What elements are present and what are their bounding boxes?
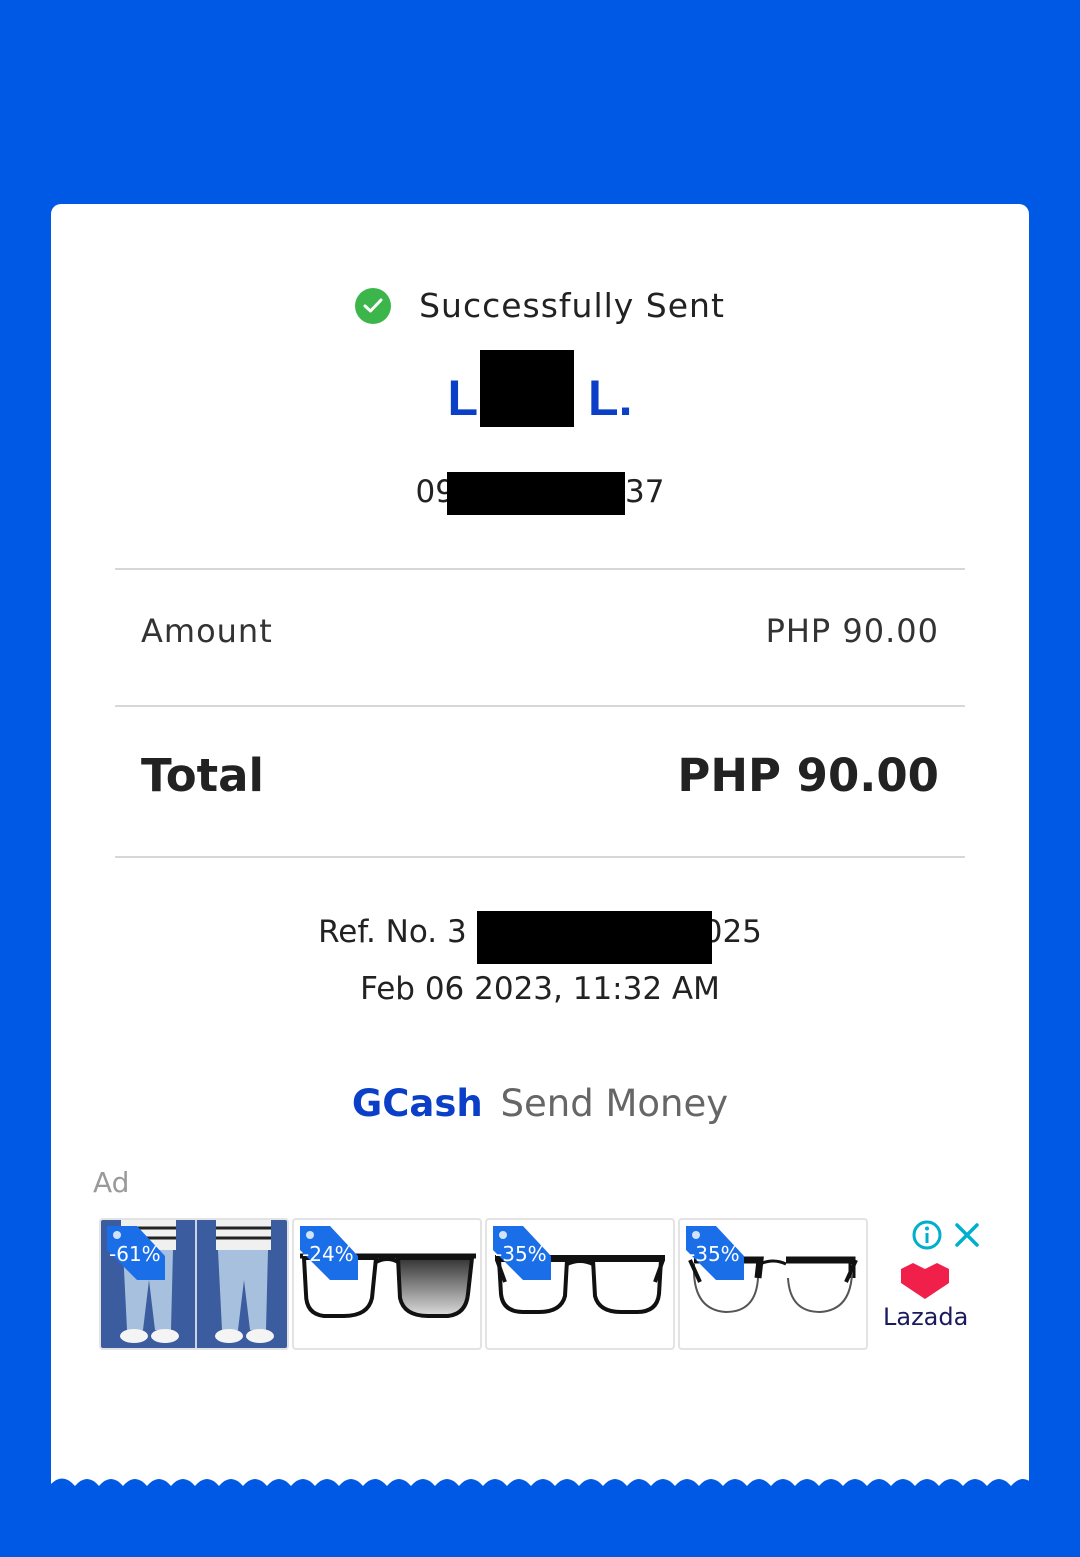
discount-label: -61% — [109, 1242, 161, 1266]
gcash-logo-text: GCash — [351, 1082, 483, 1125]
total-value: PHP 90.00 — [677, 749, 939, 802]
amount-label: Amount — [141, 612, 273, 650]
ad-product-glasses[interactable]: -35% — [678, 1218, 868, 1350]
amount-value: PHP 90.00 — [765, 612, 939, 650]
transaction-date: Feb 06 2023, 11:32 AM — [360, 971, 720, 1007]
ad-product-sunglasses[interactable]: -24% — [292, 1218, 482, 1350]
lazada-logo-icon — [901, 1263, 949, 1299]
ad-label: Ad — [93, 1166, 130, 1199]
receipt-card: Successfully Sent L L. 09 37 Amount PHP 90… — [51, 204, 1029, 1476]
redaction-name — [480, 350, 574, 427]
ad-product-glasses[interactable]: -35% — [485, 1218, 675, 1350]
check-circle-icon — [355, 287, 392, 324]
redaction-reference — [477, 911, 712, 964]
divider — [115, 856, 965, 858]
divider — [115, 705, 965, 707]
ad-product-jeans[interactable]: -61% — [99, 1218, 289, 1350]
redaction-phone — [447, 472, 625, 515]
info-icon[interactable] — [911, 1219, 943, 1251]
discount-label: -35% — [495, 1242, 547, 1266]
status-row: Successfully Sent — [51, 286, 1029, 325]
brand-line: GCash Send Money — [51, 1082, 1029, 1125]
service-name: Send Money — [500, 1082, 729, 1125]
discount-label: -35% — [688, 1242, 740, 1266]
status-text: Successfully Sent — [419, 286, 725, 325]
receipt-zigzag-edge — [51, 1474, 1029, 1486]
divider — [115, 568, 965, 570]
discount-label: -24% — [302, 1242, 354, 1266]
close-icon[interactable] — [953, 1221, 981, 1249]
advertiser-name: Lazada — [883, 1303, 969, 1331]
total-label: Total — [141, 749, 264, 802]
